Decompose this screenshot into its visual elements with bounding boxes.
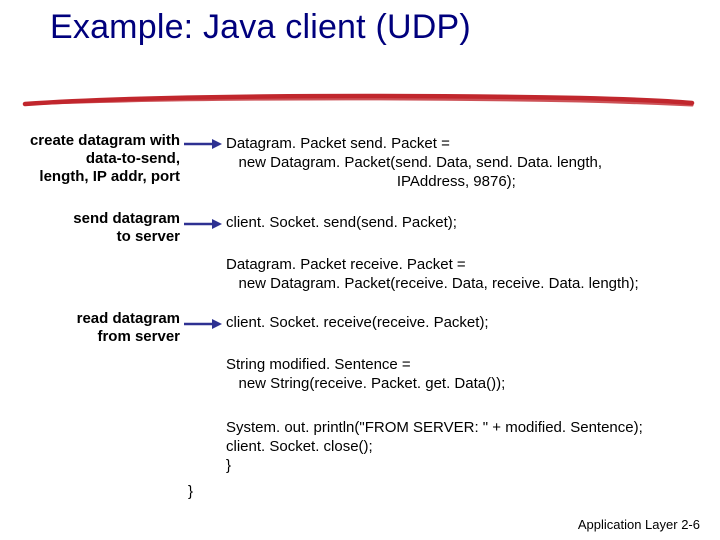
arrow-icon (184, 218, 222, 230)
code-send-packet-create: Datagram. Packet send. Packet = new Data… (226, 134, 602, 192)
slide-title: Example: Java client (UDP) (50, 8, 670, 47)
arrow-icon (184, 138, 222, 150)
footer-page: 2-6 (681, 517, 700, 532)
code-closing-brace: } (188, 482, 193, 501)
code-println-close: System. out. println("FROM SERVER: " + m… (226, 418, 643, 476)
footer-label: Application Layer (578, 517, 678, 532)
footer: Application Layer 2-6 (578, 517, 700, 532)
title-wrap: Example: Java client (UDP) (50, 8, 670, 47)
code-receive-packet-create: Datagram. Packet receive. Packet = new D… (226, 255, 639, 293)
annotation-read-datagram: read datagramfrom server (10, 310, 180, 346)
code-receive: client. Socket. receive(receive. Packet)… (226, 313, 489, 332)
arrow-icon (184, 318, 222, 330)
code-send: client. Socket. send(send. Packet); (226, 213, 457, 232)
code-modified-sentence: String modified. Sentence = new String(r… (226, 355, 505, 393)
annotation-create-datagram: create datagram withdata-to-send,length,… (10, 132, 180, 186)
slide: Example: Java client (UDP) create datagr… (0, 0, 720, 540)
annotation-send-datagram: send datagramto server (10, 210, 180, 246)
title-underline (20, 90, 700, 114)
